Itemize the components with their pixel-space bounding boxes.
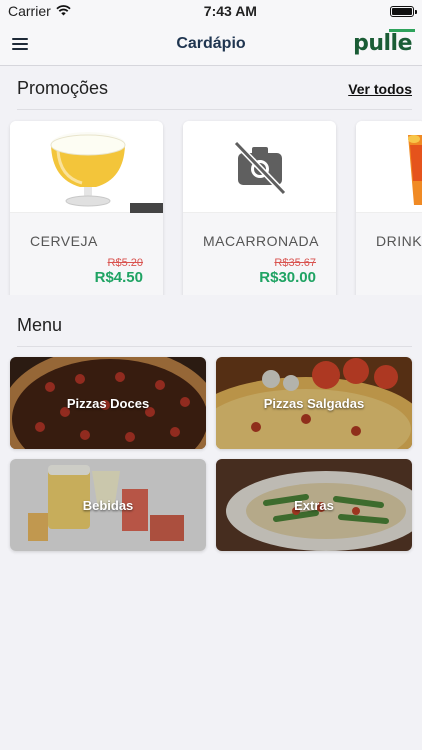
menu-tile-extras[interactable]: Extras — [216, 459, 412, 551]
promotions-carousel[interactable]: CERVEJA R$5.20 R$4.50 MACARRONADA R$35.6… — [0, 110, 422, 295]
status-left: Carrier — [8, 3, 71, 19]
promo-card-body: MACARRONADA R$35.67 R$30.00 — [183, 213, 336, 295]
menu-tile-label: Bebidas — [82, 497, 134, 513]
menu-grid: Pizzas Doces Pizzas Salgadas Bebidas Ext… — [0, 347, 422, 551]
menu-title: Menu — [17, 315, 63, 335]
status-time: 7:43 AM — [203, 3, 257, 19]
promo-card-body: CERVEJA R$5.20 R$4.50 — [10, 213, 163, 295]
brand-logo: pulle — [353, 29, 415, 56]
menu-tile-label: Pizzas Doces — [66, 395, 150, 411]
drink-image — [356, 121, 422, 213]
promo-name: MACARRONADA — [203, 233, 319, 249]
promo-prices: R$5.20 R$4.50 — [30, 257, 143, 286]
wifi-icon — [56, 3, 71, 19]
menu-tile-bebidas[interactable]: Bebidas — [10, 459, 206, 551]
promotions-title: Promoções — [17, 78, 109, 98]
promotions-header: Promoções Ver todos — [17, 66, 412, 110]
promo-name: DRINK — [376, 233, 422, 249]
battery-icon — [389, 5, 417, 17]
menu-tile-pizzas-doces[interactable]: Pizzas Doces — [10, 357, 206, 449]
beer-glass-image — [10, 121, 163, 213]
menu-tile-label: Pizzas Salgadas — [263, 395, 365, 411]
promo-name: CERVEJA — [30, 233, 98, 249]
see-all-link[interactable]: Ver todos — [348, 81, 412, 97]
status-bar: Carrier 7:43 AM — [0, 0, 422, 22]
no-photo-icon — [183, 121, 336, 213]
menu-icon[interactable] — [12, 37, 28, 50]
promo-card[interactable]: DRINK — [356, 121, 422, 295]
promo-card[interactable]: CERVEJA R$5.20 R$4.50 — [10, 121, 163, 295]
promo-card[interactable]: MACARRONADA R$35.67 R$30.00 — [183, 121, 336, 295]
menu-header: Menu — [17, 303, 412, 347]
old-price: R$5.20 — [107, 257, 143, 269]
carrier-label: Carrier — [8, 3, 51, 19]
nav-bar: Cardápio pulle — [0, 22, 422, 66]
menu-tile-label: Extras — [294, 497, 334, 513]
promo-card-body: DRINK — [356, 213, 422, 295]
new-price: R$30.00 — [259, 269, 316, 286]
new-price: R$4.50 — [94, 269, 143, 286]
old-price: R$35.67 — [274, 257, 316, 269]
promo-prices: R$35.67 R$30.00 — [203, 257, 316, 286]
menu-tile-pizzas-salgadas[interactable]: Pizzas Salgadas — [216, 357, 412, 449]
